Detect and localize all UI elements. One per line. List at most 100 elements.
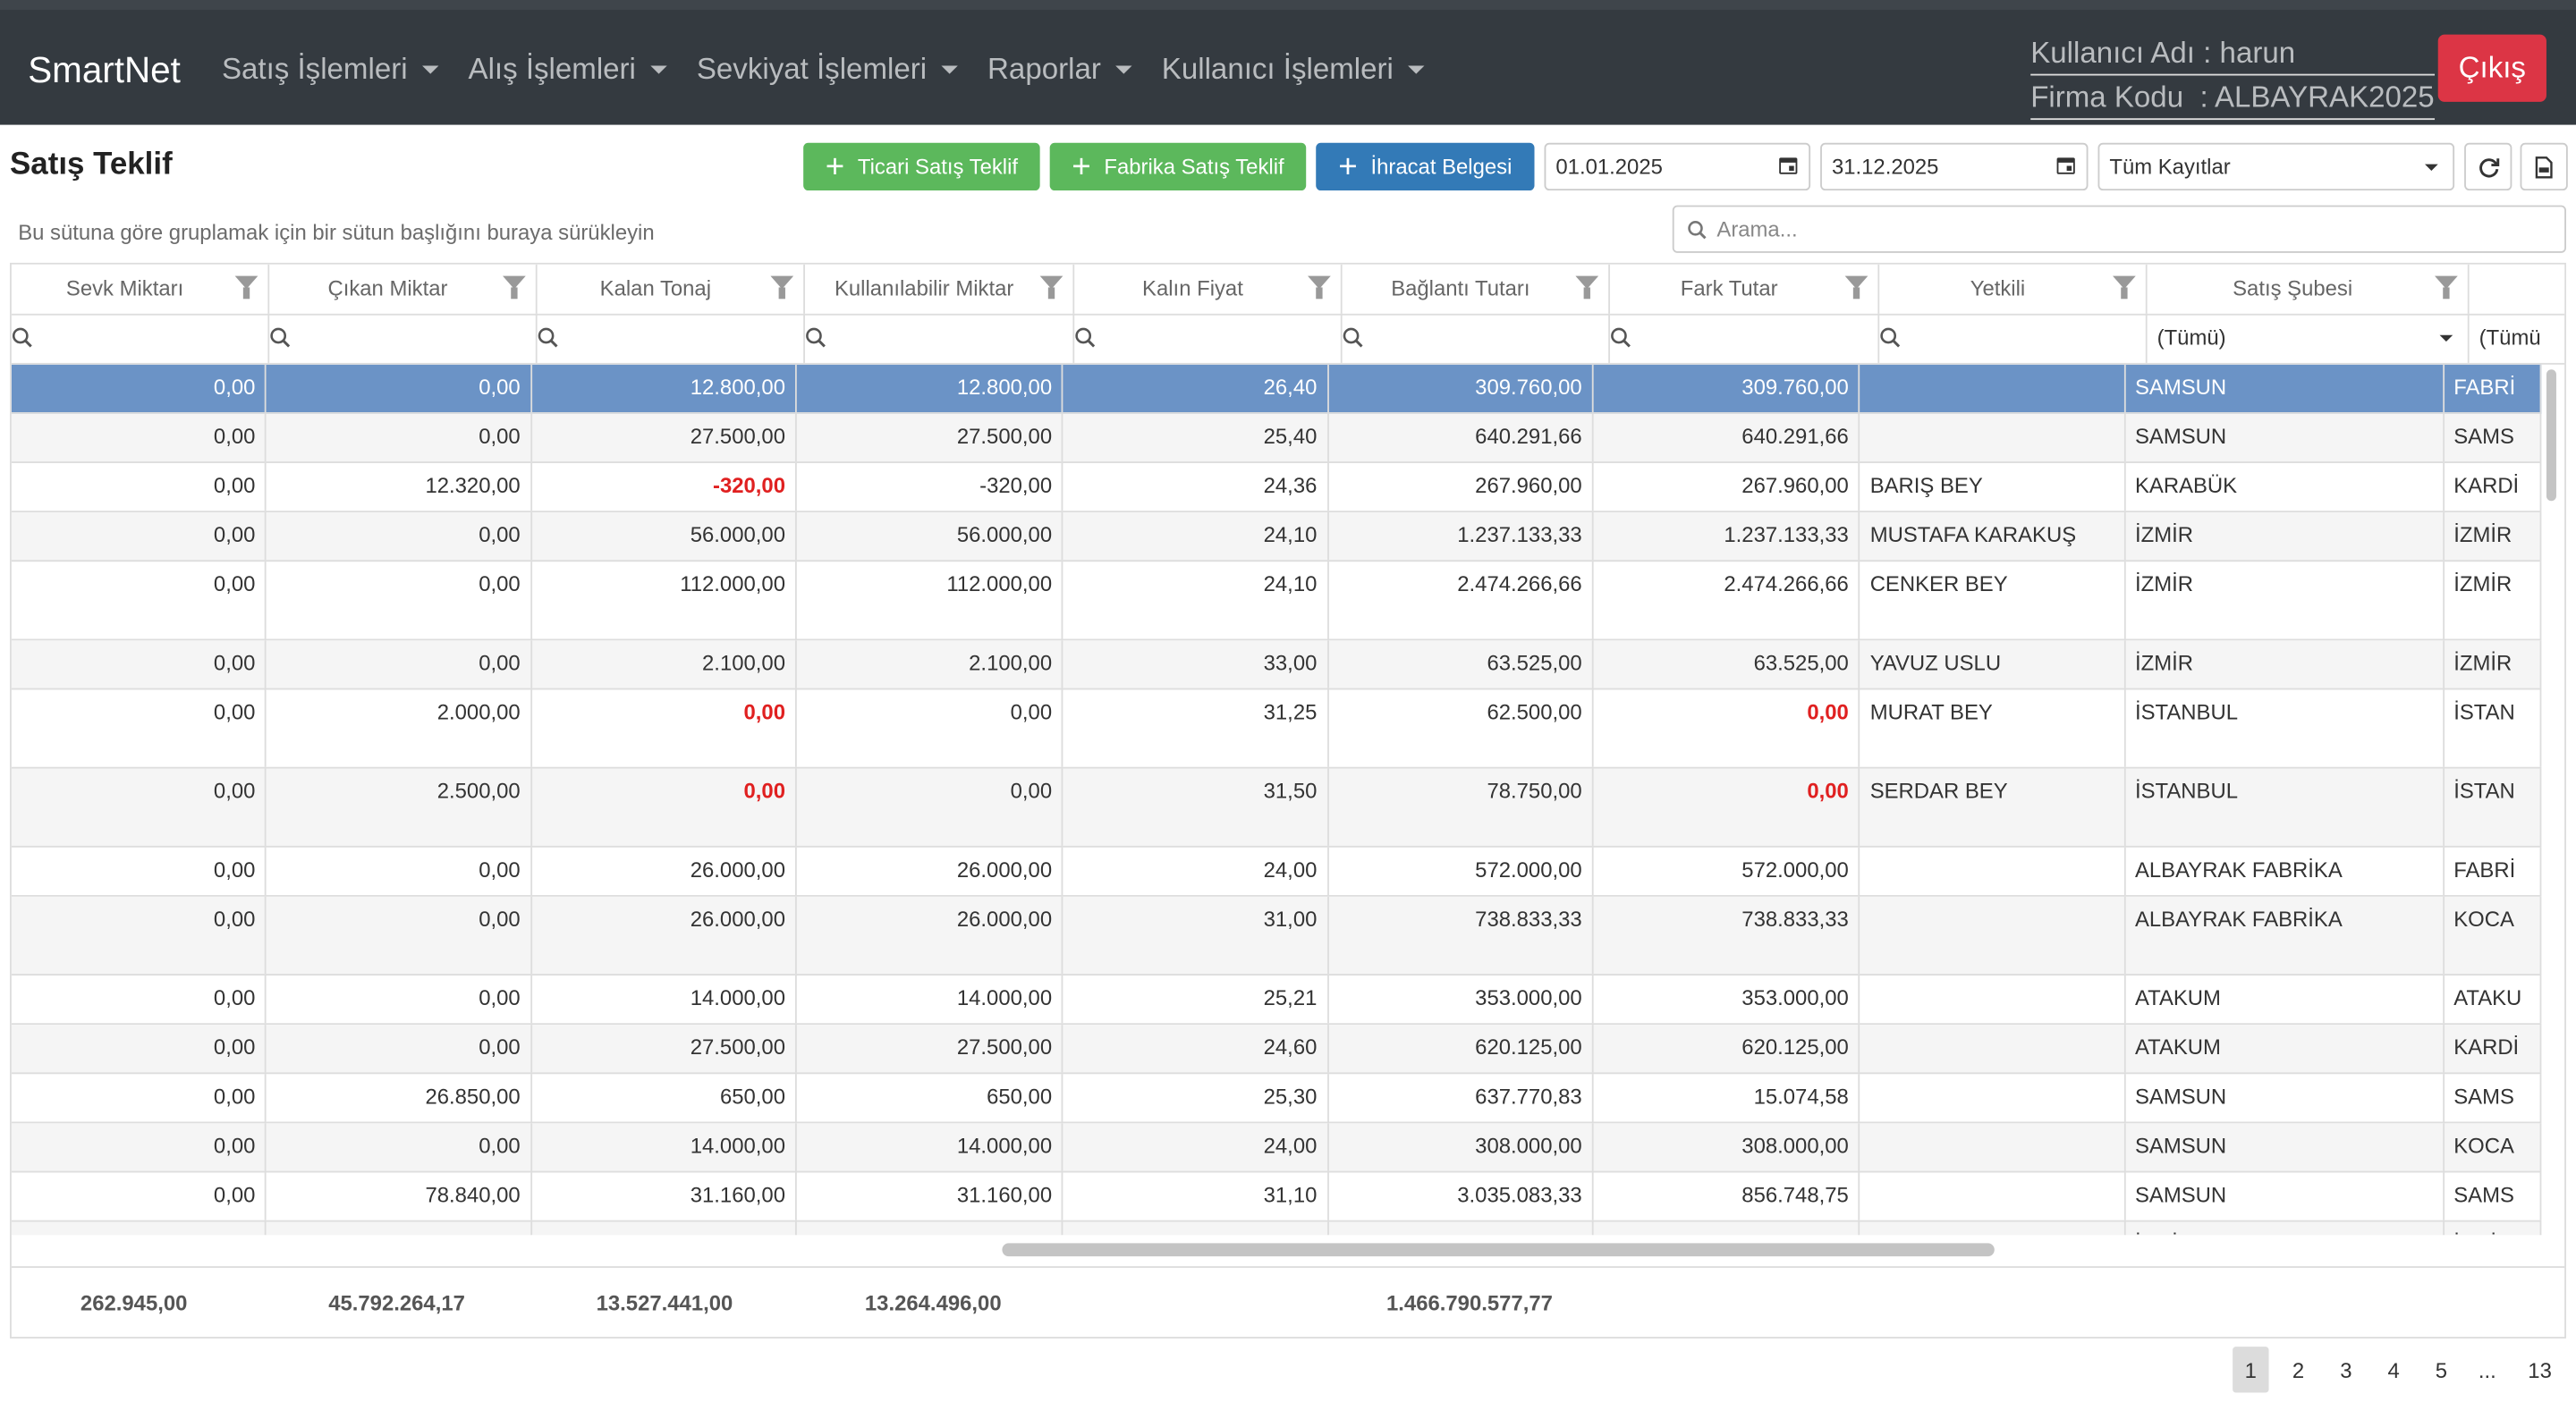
column-filter-input[interactable] — [538, 313, 806, 363]
column-header[interactable]: Sevk Miktarı — [12, 264, 270, 314]
table-cell: 738.833,33 — [1594, 896, 1860, 975]
column-header[interactable]: Bağlantı Tutarı — [1343, 264, 1611, 314]
table-cell: 31.160,00 — [532, 1172, 797, 1220]
table-cell — [1860, 847, 2125, 896]
menu-raporlar[interactable]: Raporlar — [987, 53, 1132, 88]
column-filter-input[interactable] — [805, 313, 1075, 363]
table-row[interactable]: 0,000,0026.000,0026.000,0023,80567.233,3… — [11, 1221, 2542, 1236]
table-row[interactable]: 0,00 0,00 14.000,00 14.000,00 25,21 353.000,0… — [11, 975, 2542, 1026]
table-row[interactable]: 0,00 78.840,00 31.160,00 31.160,00 31,10 3.03… — [11, 1172, 2542, 1222]
table-row[interactable]: 0,00 26.850,00 650,00 650,00 25,30 637.770,83… — [11, 1074, 2542, 1124]
horizontal-scrollbar[interactable] — [1002, 1243, 1995, 1257]
filter-icon[interactable] — [2435, 275, 2458, 300]
plus-icon: + — [1072, 148, 1091, 185]
export-button[interactable] — [2520, 142, 2568, 191]
column-filter-input[interactable] — [1074, 313, 1343, 363]
filter-icon[interactable] — [1308, 275, 1331, 300]
column-filter-input[interactable] — [12, 313, 270, 363]
column-filter-select[interactable]: (Tümü) — [2148, 313, 2470, 363]
table-row[interactable]: 0,00 2.000,00 0,00 0,00 31,25 62.500,00 0,00 MU… — [11, 689, 2542, 769]
search-icon — [1075, 327, 1096, 348]
filter-icon[interactable] — [1039, 275, 1063, 300]
table-cell: 26.000,00 — [532, 896, 797, 975]
add-ihracat-belgesi-button[interactable]: + İhracat Belgesi — [1316, 142, 1535, 191]
filter-icon[interactable] — [234, 275, 258, 300]
menu-kullanici-islemleri[interactable]: Kullanıcı İşlemleri — [1162, 53, 1425, 88]
page-button-3[interactable]: 3 — [2329, 1347, 2362, 1392]
column-header[interactable]: Kalan Tonaj — [538, 264, 806, 314]
total-cell: 262.945,00 — [80, 1290, 188, 1316]
table-cell: ALBAYRAK FABRİKA — [2125, 896, 2445, 975]
table-row[interactable]: 0,00 0,00 56.000,00 56.000,00 24,10 1.237.133… — [11, 512, 2542, 562]
menu-label: Kullanıcı İşlemleri — [1161, 52, 1394, 86]
table-row[interactable]: 0,00 0,00 112.000,00 112.000,00 24,10 2.474.2… — [11, 562, 2542, 641]
table-cell: KOCA — [2444, 896, 2542, 975]
table-cell: FABRİ — [2444, 364, 2542, 413]
add-ticari-satis-teklif-button[interactable]: + Ticari Satış Teklif — [803, 142, 1040, 191]
start-date-input[interactable]: 01.01.2025 — [1544, 142, 1811, 191]
end-date-input[interactable]: 31.12.2025 — [1820, 142, 2089, 191]
plus-icon: + — [1338, 148, 1358, 185]
group-panel-hint[interactable]: Bu sütuna göre gruplamak için bir sütun … — [18, 220, 654, 245]
table-cell: 63.525,00 — [1594, 640, 1860, 688]
column-header[interactable] — [2470, 265, 2565, 314]
grid-search-input[interactable]: Arama... — [1672, 205, 2566, 253]
menu-sevkiyat-islemleri[interactable]: Sevkiyat İşlemleri — [697, 53, 958, 88]
page-button-2[interactable]: 2 — [2282, 1347, 2315, 1392]
table-row[interactable]: 0,00 0,00 14.000,00 14.000,00 24,00 308.000,0… — [11, 1123, 2542, 1173]
menu-alis-islemleri[interactable]: Alış İşlemleri — [469, 53, 667, 88]
calendar-icon[interactable] — [1779, 157, 1798, 174]
column-filter-input[interactable] — [1343, 313, 1611, 363]
table-row[interactable]: 0,00 0,00 26.000,00 26.000,00 31,00 738.833,3… — [11, 896, 2542, 976]
table-row[interactable]: 0,00 0,00 12.800,00 12.800,00 26,40 309.760,0… — [11, 364, 2542, 414]
page-button-5[interactable]: 5 — [2425, 1347, 2458, 1392]
filter-icon[interactable] — [770, 275, 794, 300]
column-header[interactable]: Yetkili — [1879, 264, 2148, 314]
vertical-scrollbar[interactable] — [2546, 369, 2556, 502]
table-row[interactable]: 0,00 0,00 26.000,00 26.000,00 24,00 572.000,0… — [11, 847, 2542, 897]
calendar-icon[interactable] — [2056, 157, 2075, 174]
column-header[interactable]: Kalın Fiyat — [1074, 264, 1343, 314]
end-date-value: 31.12.2025 — [1831, 154, 1939, 180]
table-row[interactable]: 0,00 12.320,00 -320,00 -320,00 24,36 267.960,… — [11, 462, 2542, 513]
search-icon — [1611, 327, 1631, 348]
column-header-label: Yetkili — [1970, 275, 2026, 301]
table-cell — [1860, 1025, 2125, 1073]
filter-icon[interactable] — [1575, 275, 1599, 300]
column-filter-input[interactable] — [269, 313, 538, 363]
table-cell: 309.760,00 — [1328, 364, 1594, 413]
table-row[interactable]: 0,00 0,00 2.100,00 2.100,00 33,00 63.525,00 63… — [11, 640, 2542, 690]
table-cell: 0,00 — [12, 689, 267, 767]
table-row[interactable]: 0,00 0,00 27.500,00 27.500,00 25,40 640.291,6… — [11, 413, 2542, 463]
page-button-13[interactable]: 13 — [2519, 1347, 2562, 1392]
table-cell — [1860, 1123, 2125, 1171]
firm-code-text: Firma Kodu : ALBAYRAK2025 — [2030, 75, 2435, 121]
column-header[interactable]: Kullanılabilir Miktar — [805, 264, 1075, 314]
filter-icon[interactable] — [1844, 275, 1868, 300]
add-fabrika-satis-teklif-button[interactable]: + Fabrika Satış Teklif — [1049, 142, 1307, 191]
menu-satis-islemleri[interactable]: Satış İşlemleri — [222, 53, 439, 88]
table-row[interactable]: 0,00 2.500,00 0,00 0,00 31,50 78.750,00 0,00 SE… — [11, 768, 2542, 848]
logout-button[interactable]: Çıkış — [2437, 34, 2546, 102]
refresh-button[interactable] — [2464, 142, 2512, 191]
table-cell: 567.233,33 — [1594, 1221, 1860, 1236]
table-cell: 27.500,00 — [797, 413, 1063, 462]
column-header[interactable]: Fark Tutar — [1610, 264, 1880, 314]
column-filter-input[interactable] — [1879, 313, 2148, 363]
column-filter-select[interactable]: (Tümü — [2470, 314, 2565, 363]
page-button-4[interactable]: 4 — [2377, 1347, 2411, 1392]
table-cell: 31.160,00 — [797, 1172, 1063, 1220]
page-button-1[interactable]: 1 — [2233, 1347, 2269, 1393]
record-filter-select[interactable]: Tüm Kayıtlar — [2097, 142, 2455, 191]
table-cell: İZMİR — [2125, 562, 2445, 639]
table-cell: 353.000,00 — [1328, 975, 1594, 1024]
export-icon — [2535, 156, 2553, 178]
table-row[interactable]: 0,00 0,00 27.500,00 27.500,00 24,60 620.125,0… — [11, 1025, 2542, 1075]
filter-icon[interactable] — [2113, 275, 2136, 300]
column-header[interactable]: Çıkan Miktar — [269, 264, 538, 314]
menu-label: Satış İşlemleri — [221, 52, 408, 86]
column-filter-input[interactable] — [1610, 313, 1880, 363]
filter-icon[interactable] — [503, 275, 526, 300]
column-header[interactable]: Satış Şubesi — [2148, 264, 2470, 314]
brand-logo[interactable]: SmartNet — [28, 49, 181, 92]
